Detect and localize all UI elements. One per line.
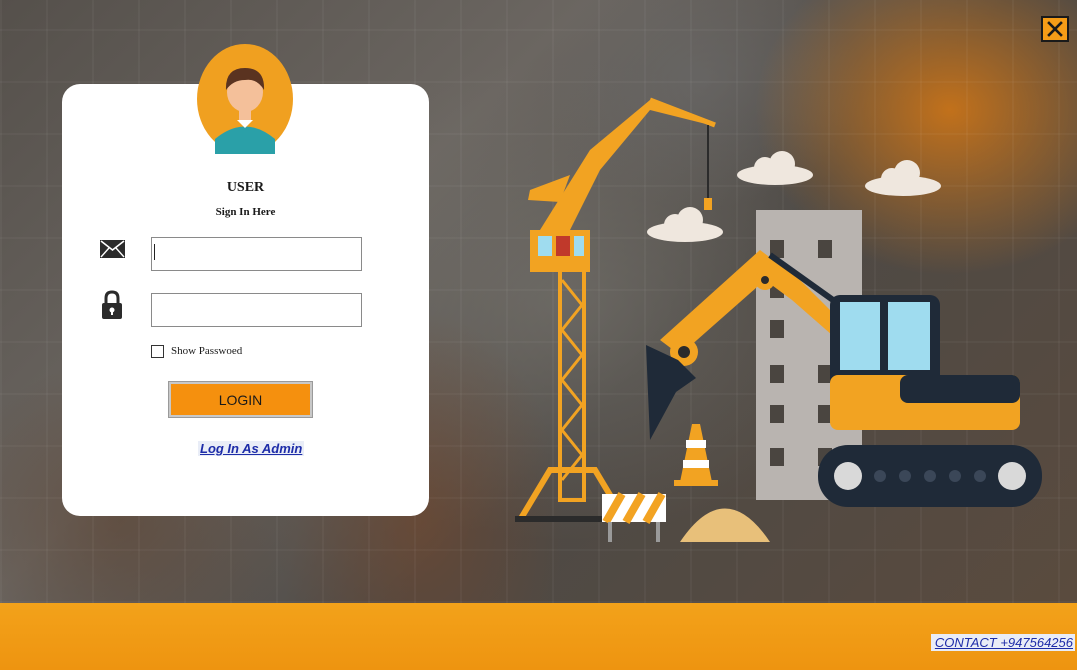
envelope-icon <box>100 240 125 258</box>
traffic-cone-icon <box>674 424 718 486</box>
lock-icon <box>102 290 122 319</box>
barrier-icon <box>602 492 666 542</box>
admin-login-link[interactable]: Log In As Admin <box>198 441 305 456</box>
cloud-icon <box>737 151 813 185</box>
text-caret <box>154 244 155 260</box>
cloud-icon <box>865 160 941 196</box>
contact-link[interactable]: CONTACT +947564256 <box>930 634 1075 651</box>
sand-pile-icon <box>680 508 770 542</box>
user-avatar-icon <box>197 44 293 154</box>
footer-bar <box>0 603 1077 670</box>
email-field[interactable] <box>151 237 362 271</box>
login-title: USER <box>226 180 265 195</box>
close-button[interactable] <box>1041 16 1069 42</box>
show-password-label[interactable]: Show Passwoed <box>171 345 242 357</box>
login-button[interactable]: LOGIN <box>168 381 313 418</box>
password-field[interactable] <box>151 293 362 327</box>
show-password-checkbox[interactable] <box>151 345 164 358</box>
login-subtitle: Sign In Here <box>215 206 276 218</box>
close-icon <box>1047 21 1063 37</box>
cloud-icon <box>647 207 723 242</box>
construction-illustration <box>515 97 1042 542</box>
